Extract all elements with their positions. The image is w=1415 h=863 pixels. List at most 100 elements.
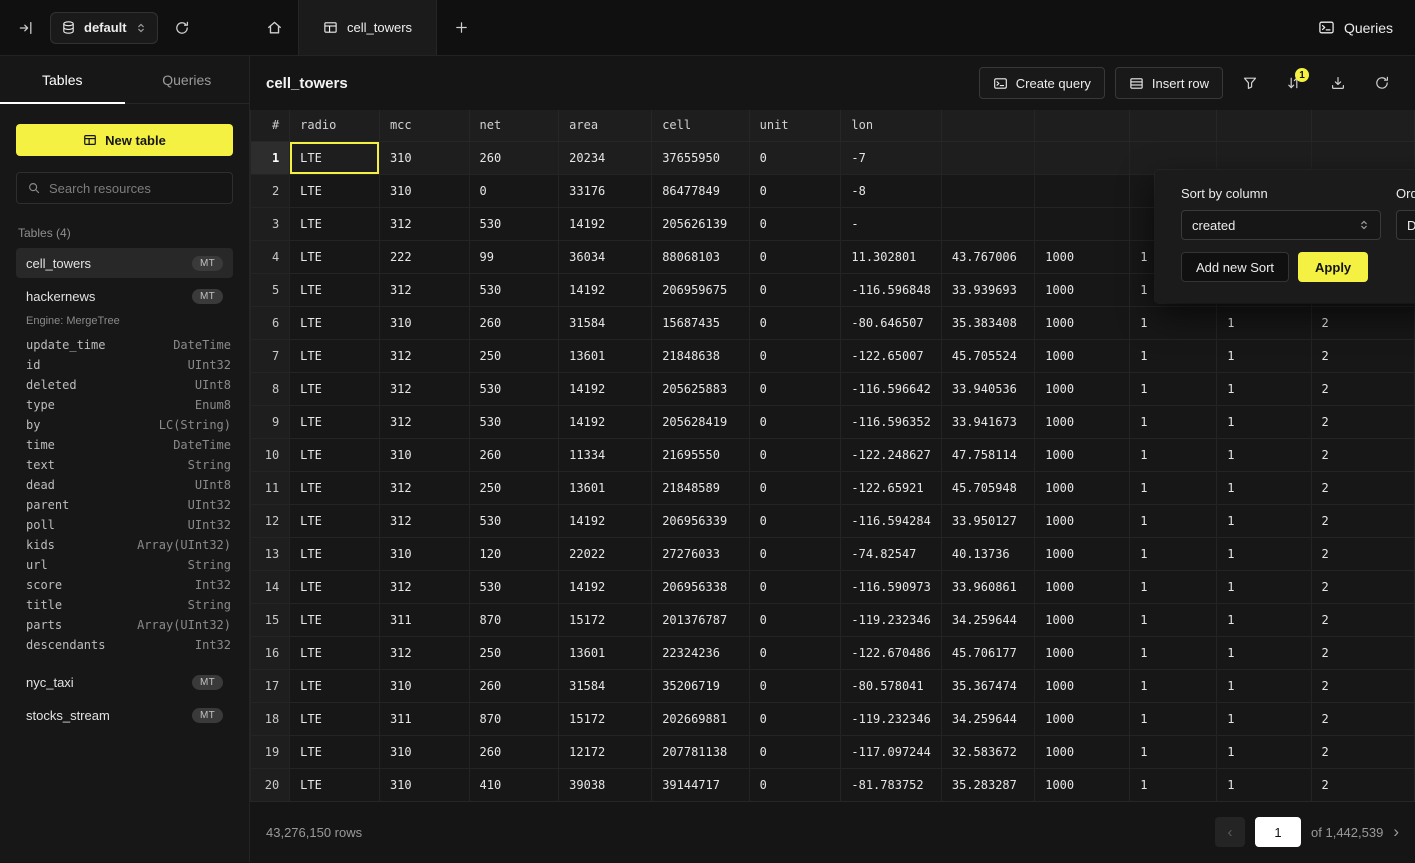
- grid-cell[interactable]: -116.596642: [841, 372, 941, 405]
- grid-cell[interactable]: 0: [749, 504, 841, 537]
- column-header[interactable]: radio: [290, 110, 380, 141]
- grid-cell[interactable]: 0: [749, 438, 841, 471]
- grid-cell[interactable]: 1: [1217, 306, 1311, 339]
- grid-cell[interactable]: 11334: [559, 438, 652, 471]
- grid-cell[interactable]: 312: [379, 207, 469, 240]
- row-number[interactable]: 14: [251, 570, 290, 603]
- grid-cell[interactable]: 0: [469, 174, 559, 207]
- grid-cell[interactable]: [941, 174, 1034, 207]
- column-header[interactable]: mcc: [379, 110, 469, 141]
- grid-cell[interactable]: 870: [469, 603, 559, 636]
- grid-cell[interactable]: 870: [469, 702, 559, 735]
- next-page-button[interactable]: ›: [1393, 822, 1399, 842]
- sidebar-item-cell-towers[interactable]: cell_towers MT: [16, 248, 233, 278]
- grid-cell[interactable]: 1000: [1035, 702, 1130, 735]
- row-number[interactable]: 11: [251, 471, 290, 504]
- grid-cell[interactable]: LTE: [290, 669, 380, 702]
- column-header[interactable]: area: [559, 110, 652, 141]
- grid-cell[interactable]: 120: [469, 537, 559, 570]
- grid-cell[interactable]: LTE: [290, 207, 380, 240]
- grid-cell[interactable]: 1: [1130, 504, 1217, 537]
- grid-cell[interactable]: 45.706177: [941, 636, 1034, 669]
- grid-cell[interactable]: 260: [469, 735, 559, 768]
- row-number[interactable]: 18: [251, 702, 290, 735]
- grid-cell[interactable]: 33.940536: [941, 372, 1034, 405]
- grid-cell[interactable]: 1: [1130, 669, 1217, 702]
- grid-cell[interactable]: 2: [1311, 471, 1414, 504]
- sidebar-collapse-button[interactable]: [14, 16, 38, 40]
- grid-cell[interactable]: [941, 207, 1034, 240]
- grid-cell[interactable]: -7: [841, 141, 941, 174]
- grid-cell[interactable]: 250: [469, 636, 559, 669]
- grid-cell[interactable]: 0: [749, 669, 841, 702]
- grid-cell[interactable]: -81.783752: [841, 768, 941, 801]
- grid-cell[interactable]: -116.596352: [841, 405, 941, 438]
- column-header[interactable]: [1130, 110, 1217, 141]
- grid-cell[interactable]: 1000: [1035, 240, 1130, 273]
- grid-cell[interactable]: LTE: [290, 504, 380, 537]
- grid-cell[interactable]: 37655950: [652, 141, 749, 174]
- grid-cell[interactable]: 202669881: [652, 702, 749, 735]
- row-number[interactable]: 12: [251, 504, 290, 537]
- grid-cell[interactable]: 13601: [559, 339, 652, 372]
- grid-cell[interactable]: 0: [749, 702, 841, 735]
- grid-cell[interactable]: 22324236: [652, 636, 749, 669]
- grid-cell[interactable]: 1: [1217, 702, 1311, 735]
- reload-tables-button[interactable]: [170, 16, 194, 40]
- grid-cell[interactable]: 2: [1311, 669, 1414, 702]
- grid-cell[interactable]: 1000: [1035, 570, 1130, 603]
- grid-cell[interactable]: 530: [469, 405, 559, 438]
- grid-cell[interactable]: LTE: [290, 339, 380, 372]
- grid-cell[interactable]: 33.950127: [941, 504, 1034, 537]
- grid-cell[interactable]: 1: [1130, 471, 1217, 504]
- grid-cell[interactable]: 40.13736: [941, 537, 1034, 570]
- row-number[interactable]: 13: [251, 537, 290, 570]
- grid-cell[interactable]: 201376787: [652, 603, 749, 636]
- grid-cell[interactable]: 1000: [1035, 768, 1130, 801]
- grid-cell[interactable]: 206956338: [652, 570, 749, 603]
- grid-cell[interactable]: 1000: [1035, 537, 1130, 570]
- grid-cell[interactable]: 410: [469, 768, 559, 801]
- grid-cell[interactable]: 311: [379, 702, 469, 735]
- grid-cell[interactable]: 1: [1217, 636, 1311, 669]
- grid-cell[interactable]: LTE: [290, 471, 380, 504]
- row-number[interactable]: 5: [251, 273, 290, 306]
- grid-cell[interactable]: 1: [1130, 306, 1217, 339]
- grid-cell[interactable]: 206956339: [652, 504, 749, 537]
- grid-cell[interactable]: 207781138: [652, 735, 749, 768]
- grid-cell[interactable]: 14192: [559, 405, 652, 438]
- row-number[interactable]: 3: [251, 207, 290, 240]
- tab-cell-towers[interactable]: cell_towers: [298, 0, 437, 55]
- grid-cell[interactable]: LTE: [290, 603, 380, 636]
- grid-cell[interactable]: 33176: [559, 174, 652, 207]
- grid-cell[interactable]: [1035, 141, 1130, 174]
- grid-cell[interactable]: 530: [469, 570, 559, 603]
- grid-cell[interactable]: -122.670486: [841, 636, 941, 669]
- grid-cell[interactable]: 0: [749, 339, 841, 372]
- insert-row-button[interactable]: Insert row: [1115, 67, 1223, 99]
- home-tab-button[interactable]: [250, 0, 298, 55]
- grid-cell[interactable]: 31584: [559, 306, 652, 339]
- grid-cell[interactable]: 206959675: [652, 273, 749, 306]
- grid-cell[interactable]: 14192: [559, 372, 652, 405]
- previous-page-button[interactable]: ‹: [1215, 817, 1245, 847]
- grid-cell[interactable]: LTE: [290, 768, 380, 801]
- grid-cell[interactable]: 35.383408: [941, 306, 1034, 339]
- grid-cell[interactable]: 15172: [559, 702, 652, 735]
- grid-cell[interactable]: 2: [1311, 438, 1414, 471]
- grid-cell[interactable]: 0: [749, 174, 841, 207]
- column-header[interactable]: cell: [652, 110, 749, 141]
- grid-cell[interactable]: 530: [469, 504, 559, 537]
- grid-cell[interactable]: 1000: [1035, 405, 1130, 438]
- grid-cell[interactable]: 205625883: [652, 372, 749, 405]
- grid-cell[interactable]: 32.583672: [941, 735, 1034, 768]
- grid-cell[interactable]: 39038: [559, 768, 652, 801]
- grid-cell[interactable]: 312: [379, 405, 469, 438]
- grid-cell[interactable]: 36034: [559, 240, 652, 273]
- column-header[interactable]: lon: [841, 110, 941, 141]
- column-header[interactable]: [1217, 110, 1311, 141]
- grid-cell[interactable]: -117.097244: [841, 735, 941, 768]
- sidebar-tab-tables[interactable]: Tables: [0, 56, 125, 103]
- row-number[interactable]: 10: [251, 438, 290, 471]
- grid-cell[interactable]: 1000: [1035, 603, 1130, 636]
